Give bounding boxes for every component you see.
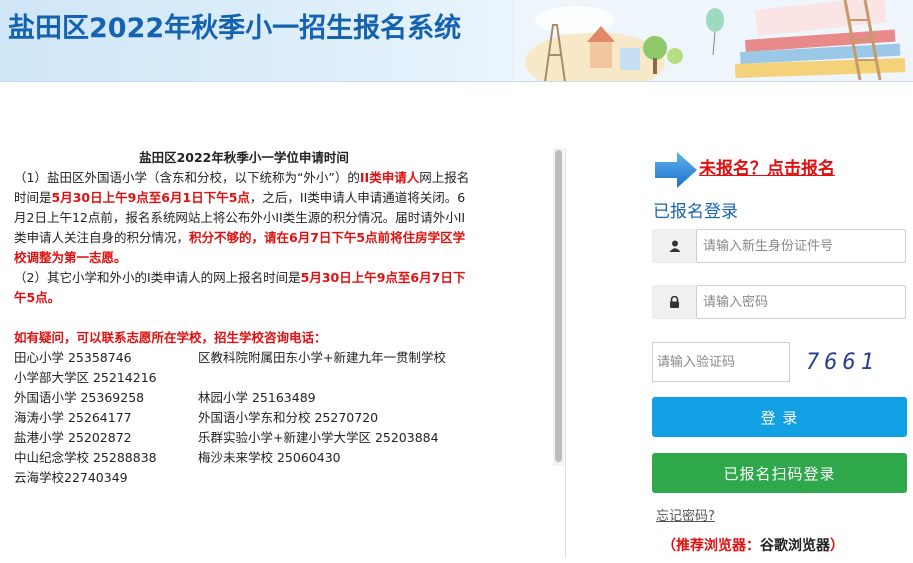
contact-item: 小学部大学区 25214216 (14, 370, 157, 385)
browser-name: 谷歌浏览器 (760, 538, 830, 554)
contact-row: 盐港小学 25202872 乐群实验小学+新建小学大学区 25203884 (14, 428, 474, 448)
contact-row: 小学部大学区 25214216 (14, 368, 474, 388)
contact-item: 盐港小学 25202872 (14, 430, 132, 445)
panel-divider (565, 148, 566, 558)
register-link[interactable]: 未报名？点击报名 (699, 154, 835, 179)
login-title: 已报名登录 (653, 202, 738, 222)
id-number-field (652, 229, 907, 263)
id-number-input[interactable] (696, 229, 906, 263)
page-title: 盐田区2022年秋季小一招生报名系统 (8, 13, 462, 44)
contact-row: 海涛小学 25264177 外国语小学东和分校 25270720 (14, 408, 474, 428)
notice-highlight: II类申请人 (359, 170, 420, 185)
user-icon (652, 229, 696, 263)
contact-item: 中山纪念学校 25288838 (14, 450, 157, 465)
contact-item: 林园小学 25163489 (198, 390, 316, 405)
scan-login-button[interactable]: 已报名扫码登录 (652, 453, 907, 493)
login-button[interactable]: 登 录 (652, 397, 907, 437)
header-decoration-image (515, 0, 913, 81)
contact-row: 云海学校22740349 (14, 468, 474, 488)
notice-paragraph-1: （1）盐田区外国语小学（含东和分校，以下统称为“外小”）的II类申请人网上报名时… (14, 168, 474, 268)
contact-row: 田心小学 25358746 区教科院附属田东小学+新建九年一贯制学校 (14, 348, 474, 368)
captcha-image[interactable]: 7661 (798, 344, 888, 380)
forgot-password-link[interactable]: 忘记密码? (656, 505, 715, 524)
notice-panel: 盐田区2022年秋季小一学位申请时间 （1）盐田区外国语小学（含东和分校，以下统… (14, 148, 474, 488)
notice-paragraph-2: （2）其它小学和外小的Ⅰ类申请人的网上报名时间是5月30日上午9点至6月7日下午… (14, 268, 474, 308)
scrollbar-thumb[interactable] (555, 150, 562, 462)
lock-icon (652, 285, 696, 319)
contact-item: 外国语小学东和分校 25270720 (198, 410, 379, 425)
notice-text: （1）盐田区外国语小学（含东和分校，以下统称为“外小”）的 (14, 170, 360, 185)
notice-text: （2）其它小学和外小的Ⅰ类申请人的网上报名时间是 (14, 270, 301, 285)
arrow-right-icon (655, 152, 697, 188)
contact-heading: 如有疑问，可以联系志愿所在学校，招生学校咨询电话： (14, 330, 327, 345)
contact-item: 海涛小学 25264177 (14, 410, 132, 425)
notice-scrollbar[interactable] (553, 148, 564, 466)
header-banner: 盐田区2022年秋季小一招生报名系统 (0, 0, 913, 82)
notice-highlight: 5月30日上午9点至6月1日下午5点 (51, 190, 250, 205)
browser-recommendation: （推荐浏览器：谷歌浏览器） (662, 535, 844, 555)
password-input[interactable] (696, 285, 906, 319)
browser-tip-text: （推荐浏览器： (662, 538, 760, 554)
contact-row: 中山纪念学校 25288838 梅沙未来学校 25060430 (14, 448, 474, 468)
browser-tip-text: ） (830, 538, 844, 554)
contact-list: 如有疑问，可以联系志愿所在学校，招生学校咨询电话： 田心小学 25358746 区… (14, 328, 474, 488)
password-field (652, 285, 907, 319)
contact-item: 云海学校22740349 (14, 470, 128, 485)
contact-item: 区教科院附属田东小学+新建九年一贯制学校 (198, 350, 446, 365)
notice-title: 盐田区2022年秋季小一学位申请时间 (139, 150, 349, 165)
captcha-input[interactable] (652, 342, 790, 382)
contact-item: 田心小学 25358746 (14, 350, 132, 365)
contact-row: 外国语小学 25369258 林园小学 25163489 (14, 388, 474, 408)
contact-item: 梅沙未来学校 25060430 (198, 450, 341, 465)
contact-item: 乐群实验小学+新建小学大学区 25203884 (198, 430, 439, 445)
contact-item: 外国语小学 25369258 (14, 390, 145, 405)
